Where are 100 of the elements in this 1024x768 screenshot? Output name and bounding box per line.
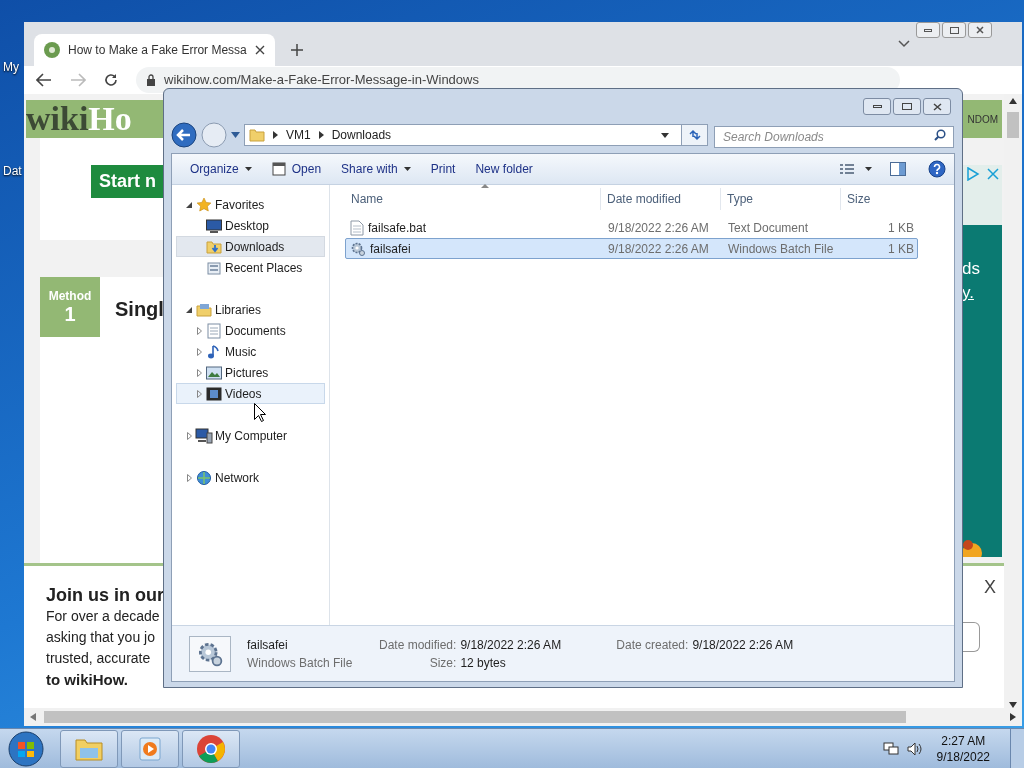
- nav-label: Downloads: [225, 238, 285, 256]
- back-arrow-icon[interactable]: [36, 73, 52, 87]
- desktop-icon-label[interactable]: Dat: [3, 162, 22, 180]
- monitor-icon: [206, 218, 222, 233]
- film-icon: [206, 386, 222, 401]
- column-header[interactable]: Size: [841, 188, 916, 210]
- taskbar-button[interactable]: [182, 729, 240, 768]
- start-button[interactable]: Start n: [91, 165, 163, 198]
- new-tab-icon[interactable]: [290, 44, 303, 56]
- column-header[interactable]: Date modified: [601, 188, 721, 210]
- file-row[interactable]: failsafe.bat 9/18/2022 2:26 AM Text Document 1 KB: [345, 217, 918, 238]
- sort-arrow-icon: [481, 184, 489, 188]
- search-field[interactable]: Search Downloads: [714, 126, 954, 148]
- scroll-up-icon[interactable]: [1009, 98, 1017, 104]
- nav-label: Pictures: [225, 364, 269, 382]
- nav-link[interactable]: NDOM: [967, 111, 998, 127]
- breadcrumb-item[interactable]: Downloads: [331, 126, 392, 144]
- open-icon: [271, 162, 286, 176]
- gear-icon: [350, 240, 366, 257]
- size-cell-text: 1 KB: [887, 240, 915, 258]
- breadcrumb-item[interactable]: VM1: [286, 126, 311, 144]
- network-icon[interactable]: [882, 740, 899, 757]
- minimize-button[interactable]: [916, 22, 940, 38]
- maximize-button[interactable]: [942, 22, 966, 38]
- site-logo[interactable]: wikiHo: [26, 102, 132, 136]
- scroll-right-icon[interactable]: [1010, 713, 1016, 721]
- nav-item[interactable]: Music: [176, 341, 325, 362]
- nav-item[interactable]: Desktop: [176, 215, 325, 236]
- minimize-icon: [872, 105, 882, 108]
- details-value: 12 bytes: [460, 654, 507, 672]
- nav-item[interactable]: Recent Places: [176, 257, 325, 278]
- toolbar-button[interactable]: Open: [263, 157, 330, 181]
- nav-item[interactable]: Videos: [176, 383, 325, 404]
- nav-label: Desktop: [225, 217, 270, 235]
- image-icon: [206, 365, 222, 380]
- nav-label: Videos: [225, 385, 262, 403]
- toolbar-button[interactable]: Organize: [182, 157, 260, 181]
- banner-text: to wikiHow.: [46, 670, 128, 690]
- volume-icon[interactable]: [906, 740, 923, 757]
- nav-label: Favorites: [215, 196, 265, 214]
- caret-icon: [244, 167, 252, 171]
- nav-item[interactable]: My Computer: [176, 425, 325, 446]
- desktop-icon-label[interactable]: My: [3, 58, 19, 76]
- view-options-icon[interactable]: [839, 163, 855, 175]
- date-cell-text: 9/18/2022 2:26 AM: [607, 219, 710, 237]
- preview-pane-icon[interactable]: [890, 162, 906, 176]
- nav-item[interactable]: Libraries: [176, 299, 325, 320]
- tab-list-icon[interactable]: [898, 40, 910, 48]
- nav-label: My Computer: [215, 427, 288, 445]
- size-cell-text: 1 KB: [887, 219, 915, 237]
- refresh-icon: [687, 129, 702, 141]
- breadcrumb-arrow-icon[interactable]: [273, 131, 278, 139]
- lock-icon: [146, 74, 156, 86]
- toolbar-button[interactable]: Share with: [333, 157, 419, 181]
- scroll-thumb[interactable]: [1007, 112, 1019, 138]
- refresh-button[interactable]: [681, 125, 707, 145]
- scroll-left-icon[interactable]: [30, 713, 36, 721]
- nav-item[interactable]: Documents: [176, 320, 325, 341]
- details-name: failsafei: [247, 636, 289, 654]
- nav-label: Network: [215, 469, 259, 487]
- toolbar-button[interactable]: New folder: [467, 157, 541, 181]
- scroll-thumb[interactable]: [44, 711, 906, 723]
- folder-icon: [206, 238, 222, 255]
- close-button[interactable]: X: [984, 574, 996, 601]
- caret-icon: [403, 167, 411, 171]
- caret-icon[interactable]: [865, 167, 872, 171]
- nav-item[interactable]: Favorites: [176, 194, 325, 215]
- type-cell-text: Text Document: [727, 219, 810, 237]
- back-button[interactable]: [171, 122, 197, 148]
- nav-item[interactable]: Pictures: [176, 362, 325, 383]
- minimize-icon: [924, 28, 932, 32]
- column-header[interactable]: Type: [721, 188, 841, 210]
- nav-label: Libraries: [215, 301, 262, 319]
- address-bar[interactable]: VM1 Downloads: [244, 124, 708, 146]
- minimize-button[interactable]: [863, 98, 891, 115]
- media-player-icon: [138, 735, 162, 762]
- reload-icon[interactable]: [104, 73, 118, 87]
- nav-item[interactable]: Downloads: [176, 236, 325, 257]
- close-button[interactable]: [923, 98, 951, 115]
- clock[interactable]: 2:27 AM 9/18/2022: [936, 732, 990, 765]
- browser-tab[interactable]: How to Make a Fake Error Messa: [34, 34, 275, 66]
- nav-item[interactable]: Network: [176, 467, 325, 488]
- network-icon: [195, 469, 213, 486]
- banner-text: For over a decade: [46, 607, 160, 626]
- breadcrumb-arrow-icon[interactable]: [318, 131, 324, 139]
- close-icon[interactable]: [254, 45, 265, 55]
- start-button[interactable]: [8, 730, 44, 767]
- toolbar-button[interactable]: Print: [422, 157, 464, 181]
- column-header[interactable]: Name: [345, 188, 601, 210]
- nav-label: Music: [225, 343, 257, 361]
- close-button[interactable]: [968, 22, 992, 38]
- help-icon[interactable]: [928, 160, 946, 178]
- close-icon: [932, 102, 942, 111]
- banner-text: asking that you jo: [46, 628, 155, 647]
- details-label: Date created:: [615, 636, 690, 654]
- mouse-cursor: [254, 403, 266, 423]
- close-icon: [976, 26, 984, 34]
- maximize-button[interactable]: [893, 98, 921, 115]
- file-row[interactable]: failsafei 9/18/2022 2:26 AM Windows Batch File 1 KB: [345, 238, 918, 259]
- date-cell-text: 9/18/2022 2:26 AM: [607, 240, 710, 258]
